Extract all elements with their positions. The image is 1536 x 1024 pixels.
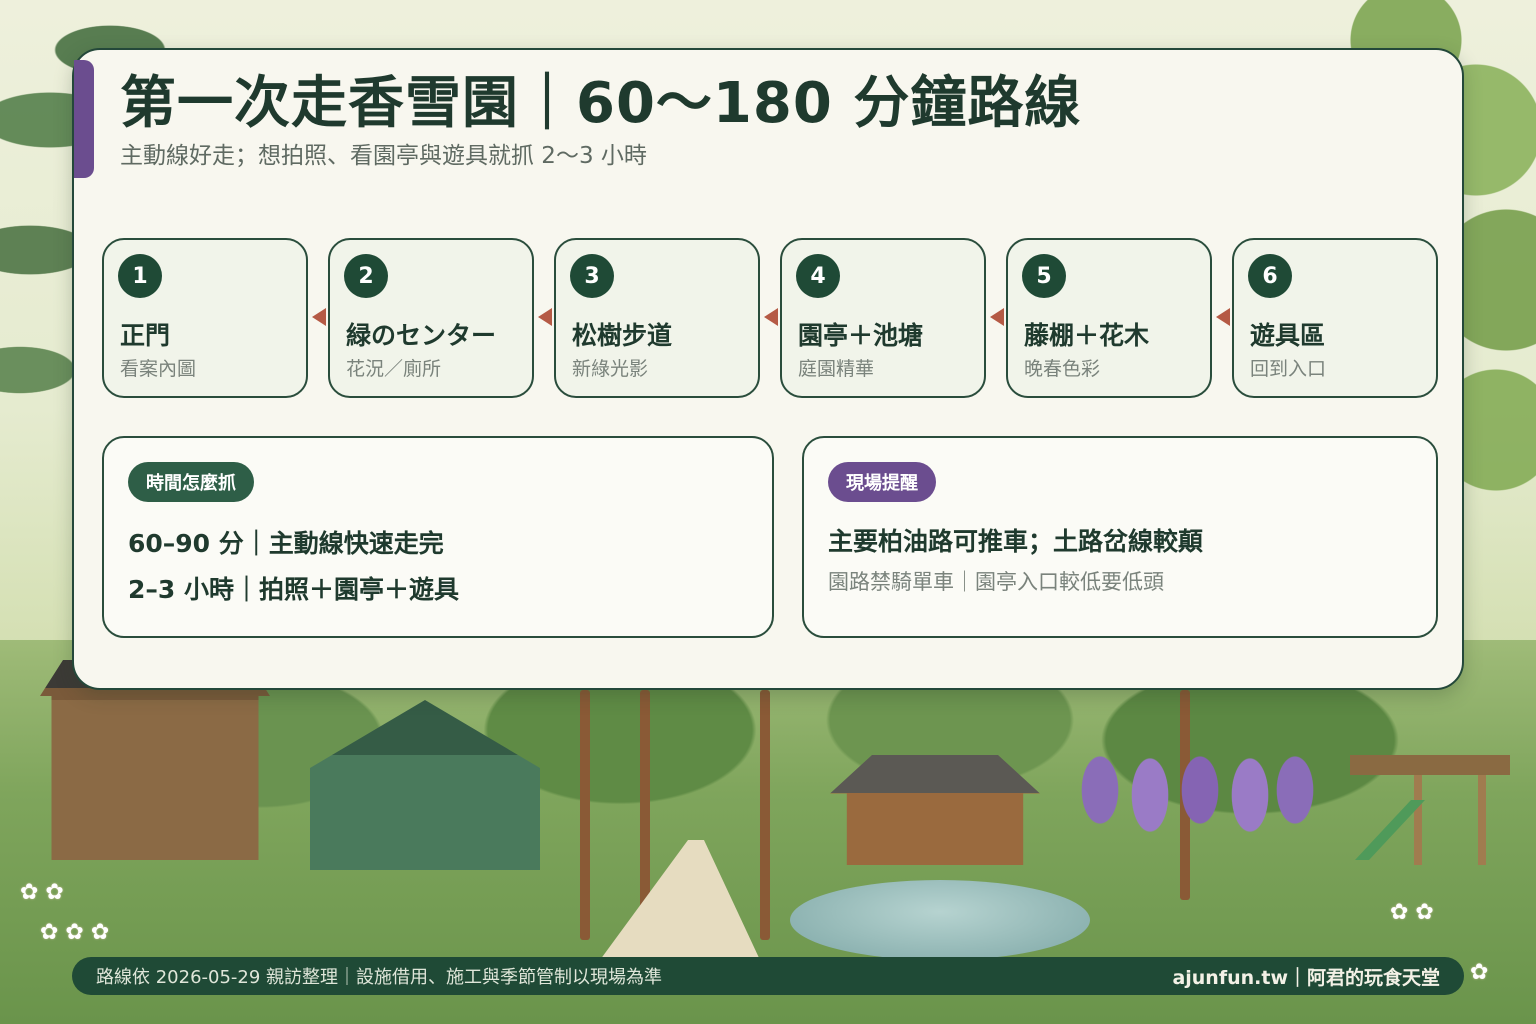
- onsite-notice-box: 現場提醒 主要柏油路可推車；土路岔線較顛 園路禁騎單車｜園亭入口較低要低頭: [802, 436, 1438, 638]
- route-step-5: 5 藤棚＋花木 晚春色彩: [1006, 238, 1212, 398]
- white-flower-icon: ✿ ✿: [20, 880, 64, 905]
- white-flower-icon: ✿ ✿ ✿: [40, 920, 110, 945]
- step-number-badge: 1: [118, 254, 162, 298]
- step-subtitle: 花況／廁所: [346, 358, 442, 380]
- step-title: 遊具區: [1250, 321, 1326, 350]
- notice-main: 主要柏油路可推車；土路岔線較顛: [828, 527, 1204, 556]
- step-number-badge: 5: [1022, 254, 1066, 298]
- white-flower-icon: ✿ ✿: [1390, 900, 1434, 925]
- step-title: 正門: [120, 321, 171, 350]
- tree-trunk: [640, 690, 650, 920]
- step-subtitle: 庭園精華: [798, 358, 875, 380]
- wisteria-trellis-illustration: [1070, 730, 1320, 850]
- title-accent-bar: [74, 60, 94, 178]
- time-planning-box: 時間怎麼抓 60–90 分｜主動線快速走完 2–3 小時｜拍照＋園亭＋遊具: [102, 436, 774, 638]
- pond-illustration: [790, 880, 1090, 960]
- route-arrow-icon: [990, 308, 1004, 326]
- step-number-badge: 6: [1248, 254, 1292, 298]
- route-card: 第一次走香雪園｜60～180 分鐘路線 主動線好走；想拍照、看園亭與遊具就抓 2…: [72, 48, 1464, 690]
- step-subtitle: 回到入口: [1250, 358, 1327, 380]
- route-arrow-icon: [538, 308, 552, 326]
- route-arrow-icon: [1216, 308, 1230, 326]
- step-subtitle: 新綠光影: [572, 358, 649, 380]
- tree-trunk: [760, 690, 770, 940]
- step-number-badge: 3: [570, 254, 614, 298]
- route-arrow-icon: [764, 308, 778, 326]
- step-subtitle: 晚春色彩: [1024, 358, 1101, 380]
- tree-trunk: [580, 690, 590, 940]
- notice-badge: 現場提醒: [828, 462, 936, 502]
- time-badge: 時間怎麼抓: [128, 462, 254, 502]
- time-option-long: 2–3 小時｜拍照＋園亭＋遊具: [128, 575, 459, 604]
- pavilion-illustration: [830, 755, 1040, 865]
- white-flower-icon: ✿: [1470, 960, 1489, 985]
- route-step-1: 1 正門 看案內圖: [102, 238, 308, 398]
- main-gate-illustration: [40, 660, 270, 860]
- notice-note: 園路禁騎單車｜園亭入口較低要低頭: [828, 570, 1164, 594]
- step-number-badge: 2: [344, 254, 388, 298]
- step-title: 松樹步道: [572, 321, 673, 350]
- step-subtitle: 看案內圖: [120, 358, 197, 380]
- time-option-short: 60–90 分｜主動線快速走完: [128, 529, 444, 558]
- footer-note: 路線依 2026-05-29 親訪整理｜設施借用、施工與季節管制以現場為準: [96, 967, 663, 988]
- step-number-badge: 4: [796, 254, 840, 298]
- route-step-2: 2 緑のセンター 花況／廁所: [328, 238, 534, 398]
- page-title: 第一次走香雪園｜60～180 分鐘路線: [120, 71, 1082, 136]
- route-step-6: 6 遊具區 回到入口: [1232, 238, 1438, 398]
- footer-brand: ajunfun.tw｜阿君的玩食天堂: [1172, 966, 1440, 989]
- step-title: 緑のセンター: [346, 321, 497, 350]
- route-arrow-icon: [312, 308, 326, 326]
- route-step-4: 4 園亭＋池塘 庭園精華: [780, 238, 986, 398]
- route-step-3: 3 松樹步道 新綠光影: [554, 238, 760, 398]
- step-title: 園亭＋池塘: [798, 321, 924, 350]
- page-subtitle: 主動線好走；想拍照、看園亭與遊具就抓 2～3 小時: [120, 143, 647, 169]
- step-title: 藤棚＋花木: [1024, 321, 1150, 350]
- footer-bar: 路線依 2026-05-29 親訪整理｜設施借用、施工與季節管制以現場為準 aj…: [72, 957, 1464, 995]
